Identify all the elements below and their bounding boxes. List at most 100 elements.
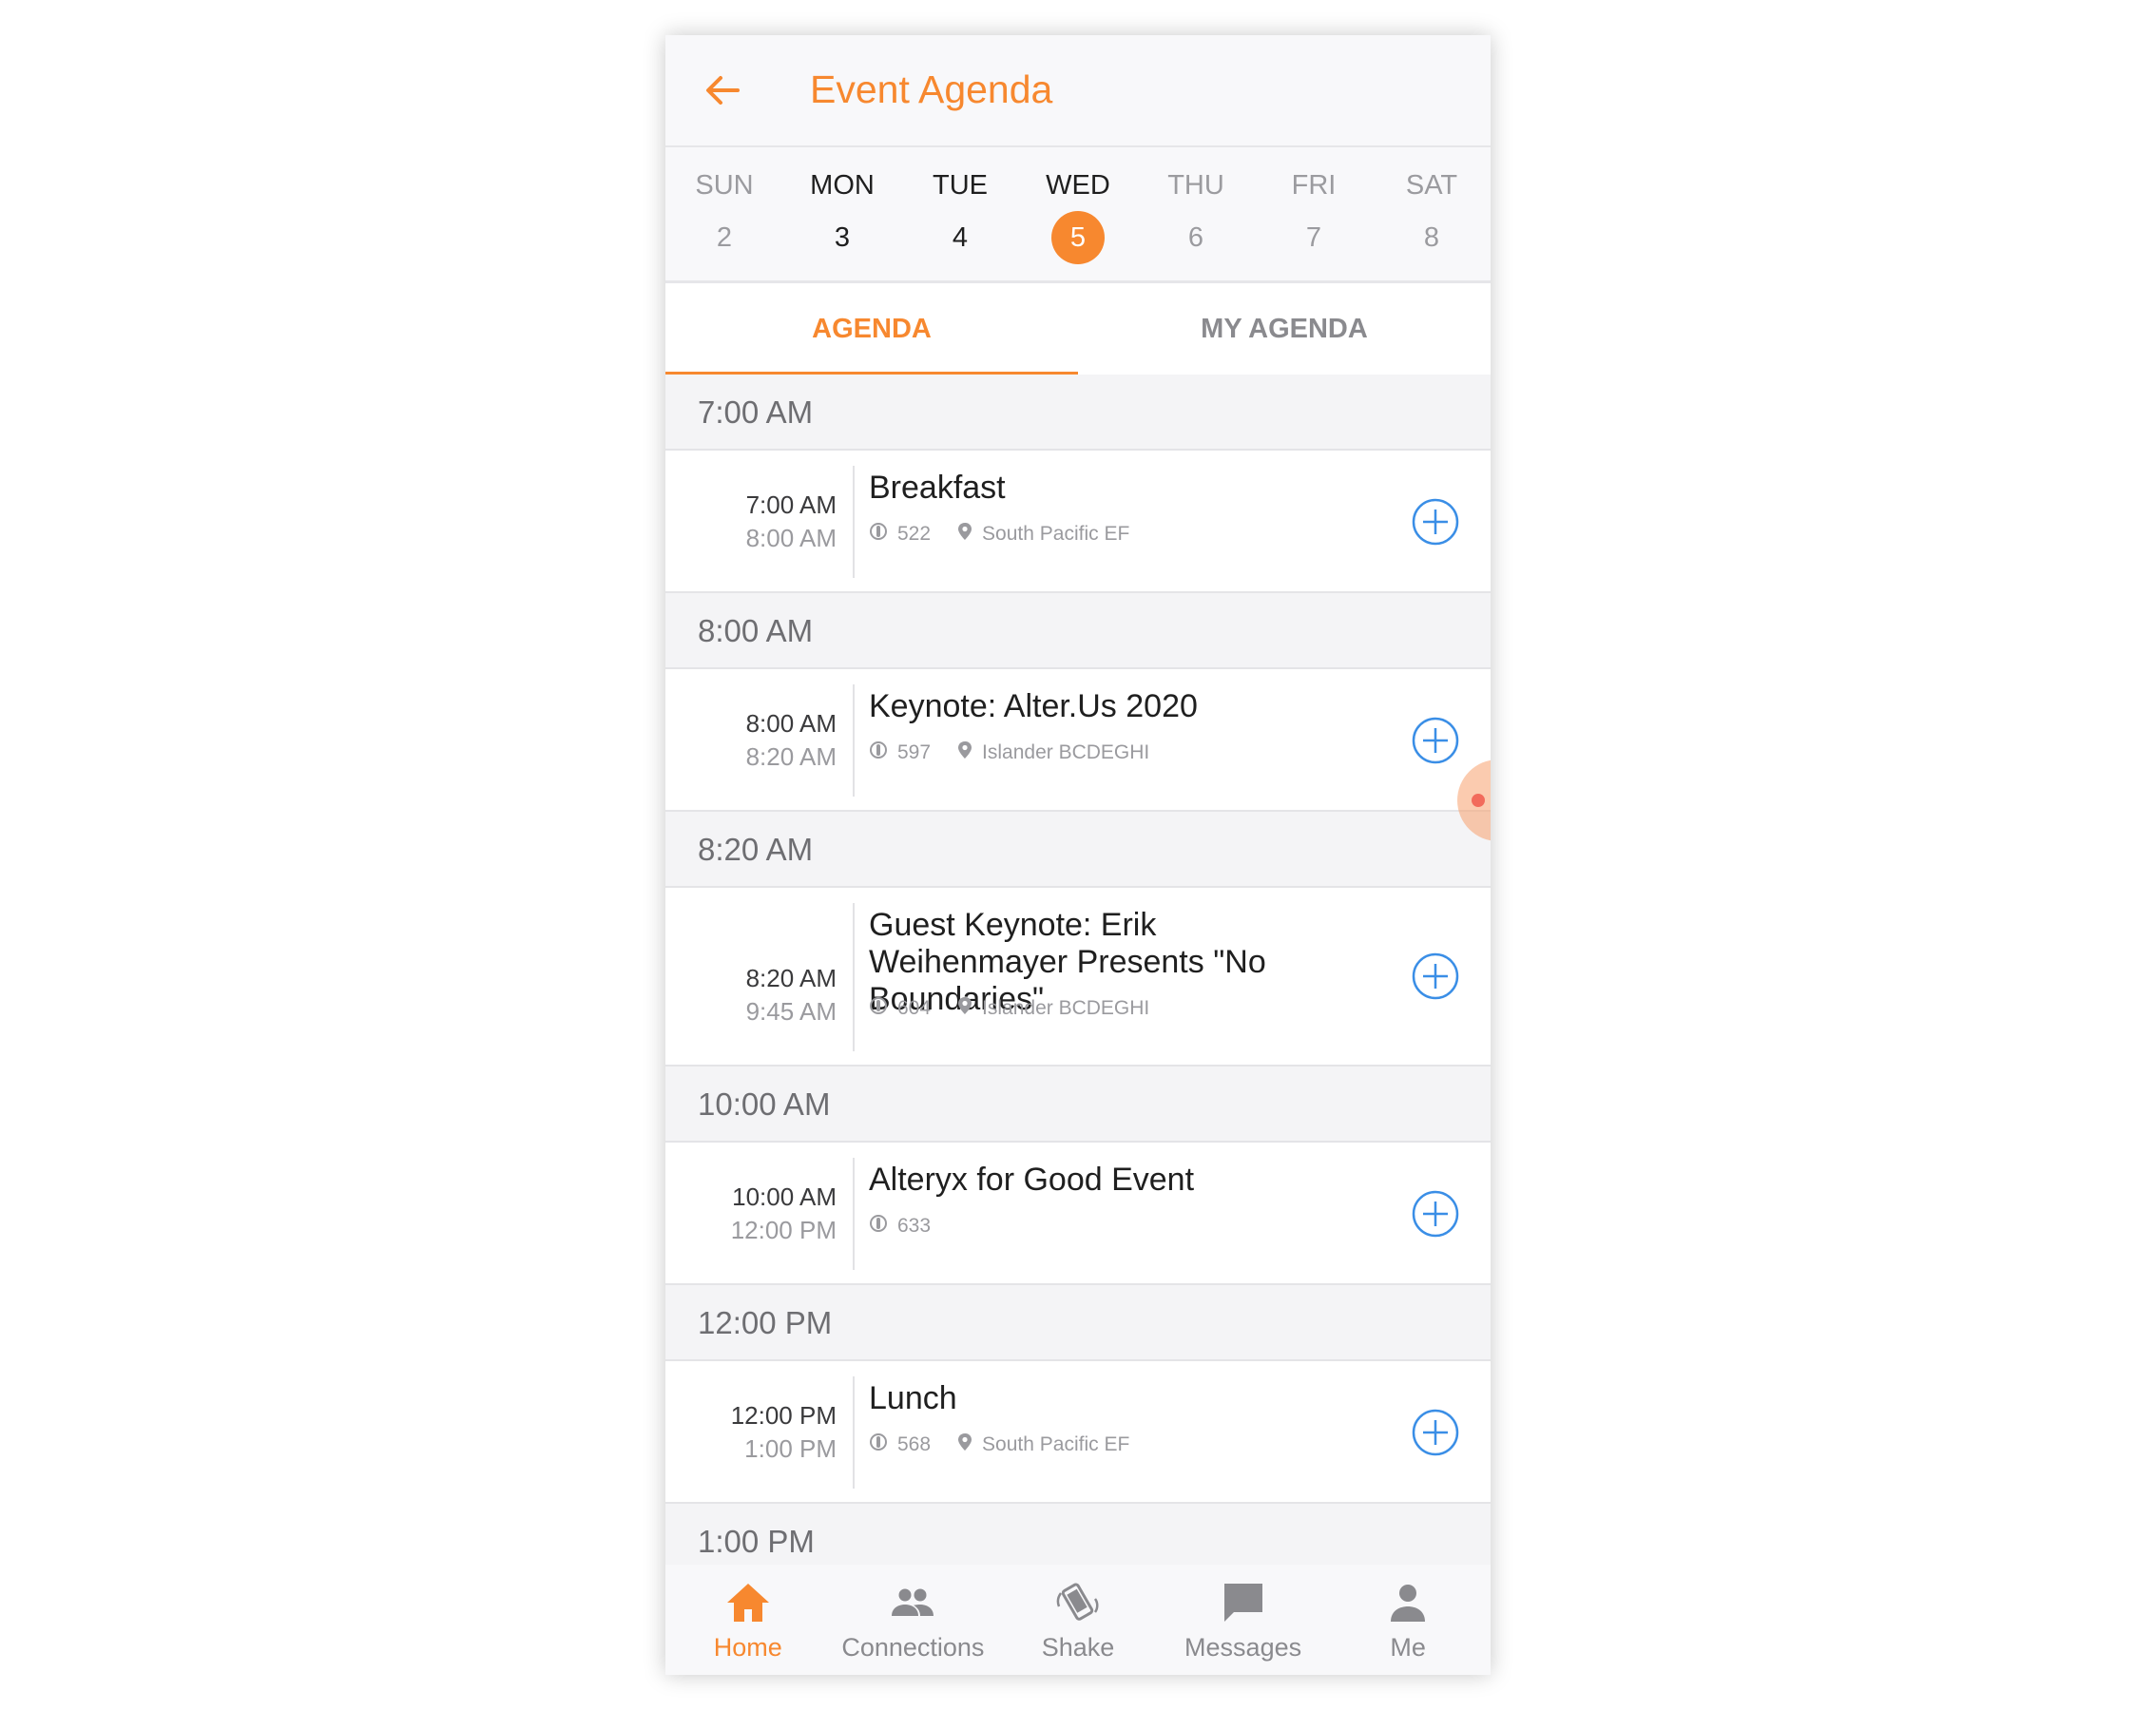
nav-label: Me (1390, 1633, 1426, 1662)
session-meta: 604 Islander BCDEGHI (869, 996, 1149, 1021)
session-row[interactable]: 8:00 AM 8:20 AM Keynote: Alter.Us 2020 5… (665, 669, 1491, 812)
attendee-count: 597 (897, 741, 932, 763)
nav-home[interactable]: Home (665, 1565, 831, 1675)
session-location: South Pacific EF (982, 523, 1130, 545)
time-slot-header: 10:00 AM (665, 1067, 1491, 1143)
session-title: Keynote: Alter.Us 2020 (869, 688, 1198, 724)
session-start-time: 12:00 PM (730, 1401, 837, 1430)
day-number: 7 (1305, 222, 1322, 253)
floating-dot (1472, 794, 1485, 807)
session-start-time: 7:00 AM (745, 490, 837, 519)
day-tue[interactable]: TUE 4 (901, 147, 1019, 280)
day-name: FRI (1291, 170, 1337, 201)
day-selector: SUN 2 MON 3 TUE 4 WED 5 THU 6 FRI 7 SAT 8 (665, 147, 1491, 283)
row-divider (853, 466, 855, 578)
session-title: Alteryx for Good Event (869, 1162, 1195, 1198)
nav-label: Connections (841, 1633, 985, 1662)
day-fri[interactable]: FRI 7 (1255, 147, 1373, 280)
day-name: SAT (1405, 170, 1458, 201)
time-slot-header: 7:00 AM (665, 375, 1491, 451)
people-icon (888, 1578, 937, 1627)
row-divider (853, 1376, 855, 1489)
session-start-time: 8:20 AM (745, 964, 837, 992)
location-pin-icon (957, 522, 972, 547)
session-location: South Pacific EF (982, 1433, 1130, 1455)
shake-phone-icon (1053, 1578, 1103, 1627)
bottom-navigation: Home Connections Shake Messages Me (665, 1565, 1491, 1675)
nav-me[interactable]: Me (1325, 1565, 1491, 1675)
nav-messages[interactable]: Messages (1161, 1565, 1326, 1675)
time-slot-header: 8:20 AM (665, 812, 1491, 888)
time-slot-header: 12:00 PM (665, 1285, 1491, 1361)
attendee-count: 568 (897, 1433, 932, 1455)
attendee-count: 633 (897, 1215, 932, 1237)
row-divider (853, 1158, 855, 1270)
tab-agenda[interactable]: AGENDA (665, 283, 1078, 376)
day-name: MON (810, 170, 875, 201)
add-to-agenda-icon[interactable] (1412, 1190, 1459, 1238)
page-title: Event Agenda (810, 67, 1053, 111)
attendee-count: 522 (897, 523, 932, 545)
session-start-time: 10:00 AM (732, 1182, 837, 1211)
session-location: Islander BCDEGHI (982, 997, 1150, 1019)
attendee-count: 604 (897, 997, 932, 1019)
person-icon (1383, 1578, 1433, 1627)
attendees-icon (869, 996, 888, 1021)
session-end-time: 9:45 AM (745, 997, 837, 1026)
nav-shake[interactable]: Shake (995, 1565, 1161, 1675)
attendees-icon (869, 1432, 888, 1457)
nav-label: Home (713, 1633, 782, 1662)
session-meta: 568 South Pacific EF (869, 1432, 1129, 1457)
add-to-agenda-icon[interactable] (1412, 498, 1459, 546)
session-title: Lunch (869, 1380, 957, 1416)
attendees-icon (869, 1214, 888, 1239)
session-row[interactable]: 8:20 AM 9:45 AM Guest Keynote: Erik Weih… (665, 888, 1491, 1067)
nav-label: Shake (1041, 1633, 1115, 1662)
attendees-icon (869, 740, 888, 765)
session-meta: 522 South Pacific EF (869, 522, 1129, 547)
day-number: 6 (1187, 222, 1204, 253)
day-number: 4 (952, 222, 969, 253)
session-row[interactable]: 10:00 AM 12:00 PM Alteryx for Good Event… (665, 1143, 1491, 1285)
session-row[interactable]: 7:00 AM 8:00 AM Breakfast 522 South Paci… (665, 451, 1491, 593)
day-wed[interactable]: WED 5 (1019, 147, 1137, 280)
day-sun[interactable]: SUN 2 (665, 147, 783, 280)
day-number: 2 (716, 222, 733, 253)
nav-connections[interactable]: Connections (831, 1565, 996, 1675)
session-meta: 597 Islander BCDEGHI (869, 740, 1149, 765)
day-name: SUN (695, 170, 754, 201)
day-name: THU (1167, 170, 1224, 201)
session-meta: 633 (869, 1214, 931, 1239)
row-divider (853, 684, 855, 797)
agenda-tabs: AGENDA MY AGENDA (665, 283, 1491, 376)
add-to-agenda-icon[interactable] (1412, 952, 1459, 1000)
session-end-time: 12:00 PM (730, 1216, 837, 1244)
session-start-time: 8:00 AM (745, 709, 837, 738)
agenda-list[interactable]: 7:00 AM 7:00 AM 8:00 AM Breakfast 522 So… (665, 375, 1491, 1675)
back-arrow-icon[interactable] (702, 69, 743, 111)
chat-icon (1219, 1578, 1268, 1627)
add-to-agenda-icon[interactable] (1412, 717, 1459, 764)
session-end-time: 8:00 AM (745, 524, 837, 552)
day-name: WED (1046, 170, 1110, 201)
time-slot-header: 8:00 AM (665, 593, 1491, 669)
add-to-agenda-icon[interactable] (1412, 1409, 1459, 1456)
attendees-icon (869, 522, 888, 547)
nav-label: Messages (1184, 1633, 1302, 1662)
tab-my-agenda[interactable]: MY AGENDA (1078, 283, 1491, 375)
day-number: 5 (1051, 211, 1105, 264)
day-number: 3 (834, 222, 851, 253)
day-number: 8 (1423, 222, 1440, 253)
session-location: Islander BCDEGHI (982, 741, 1150, 763)
phone-screen: Event Agenda SUN 2 MON 3 TUE 4 WED 5 THU 6 FR… (665, 35, 1491, 1675)
day-sat[interactable]: SAT 8 (1373, 147, 1491, 280)
location-pin-icon (957, 740, 972, 765)
day-name: TUE (933, 170, 988, 201)
row-divider (853, 903, 855, 1051)
day-mon[interactable]: MON 3 (783, 147, 901, 280)
session-end-time: 1:00 PM (744, 1434, 837, 1463)
session-end-time: 8:20 AM (745, 742, 837, 771)
session-title: Breakfast (869, 470, 1006, 506)
session-row[interactable]: 12:00 PM 1:00 PM Lunch 568 South Pacific… (665, 1361, 1491, 1504)
day-thu[interactable]: THU 6 (1137, 147, 1255, 280)
